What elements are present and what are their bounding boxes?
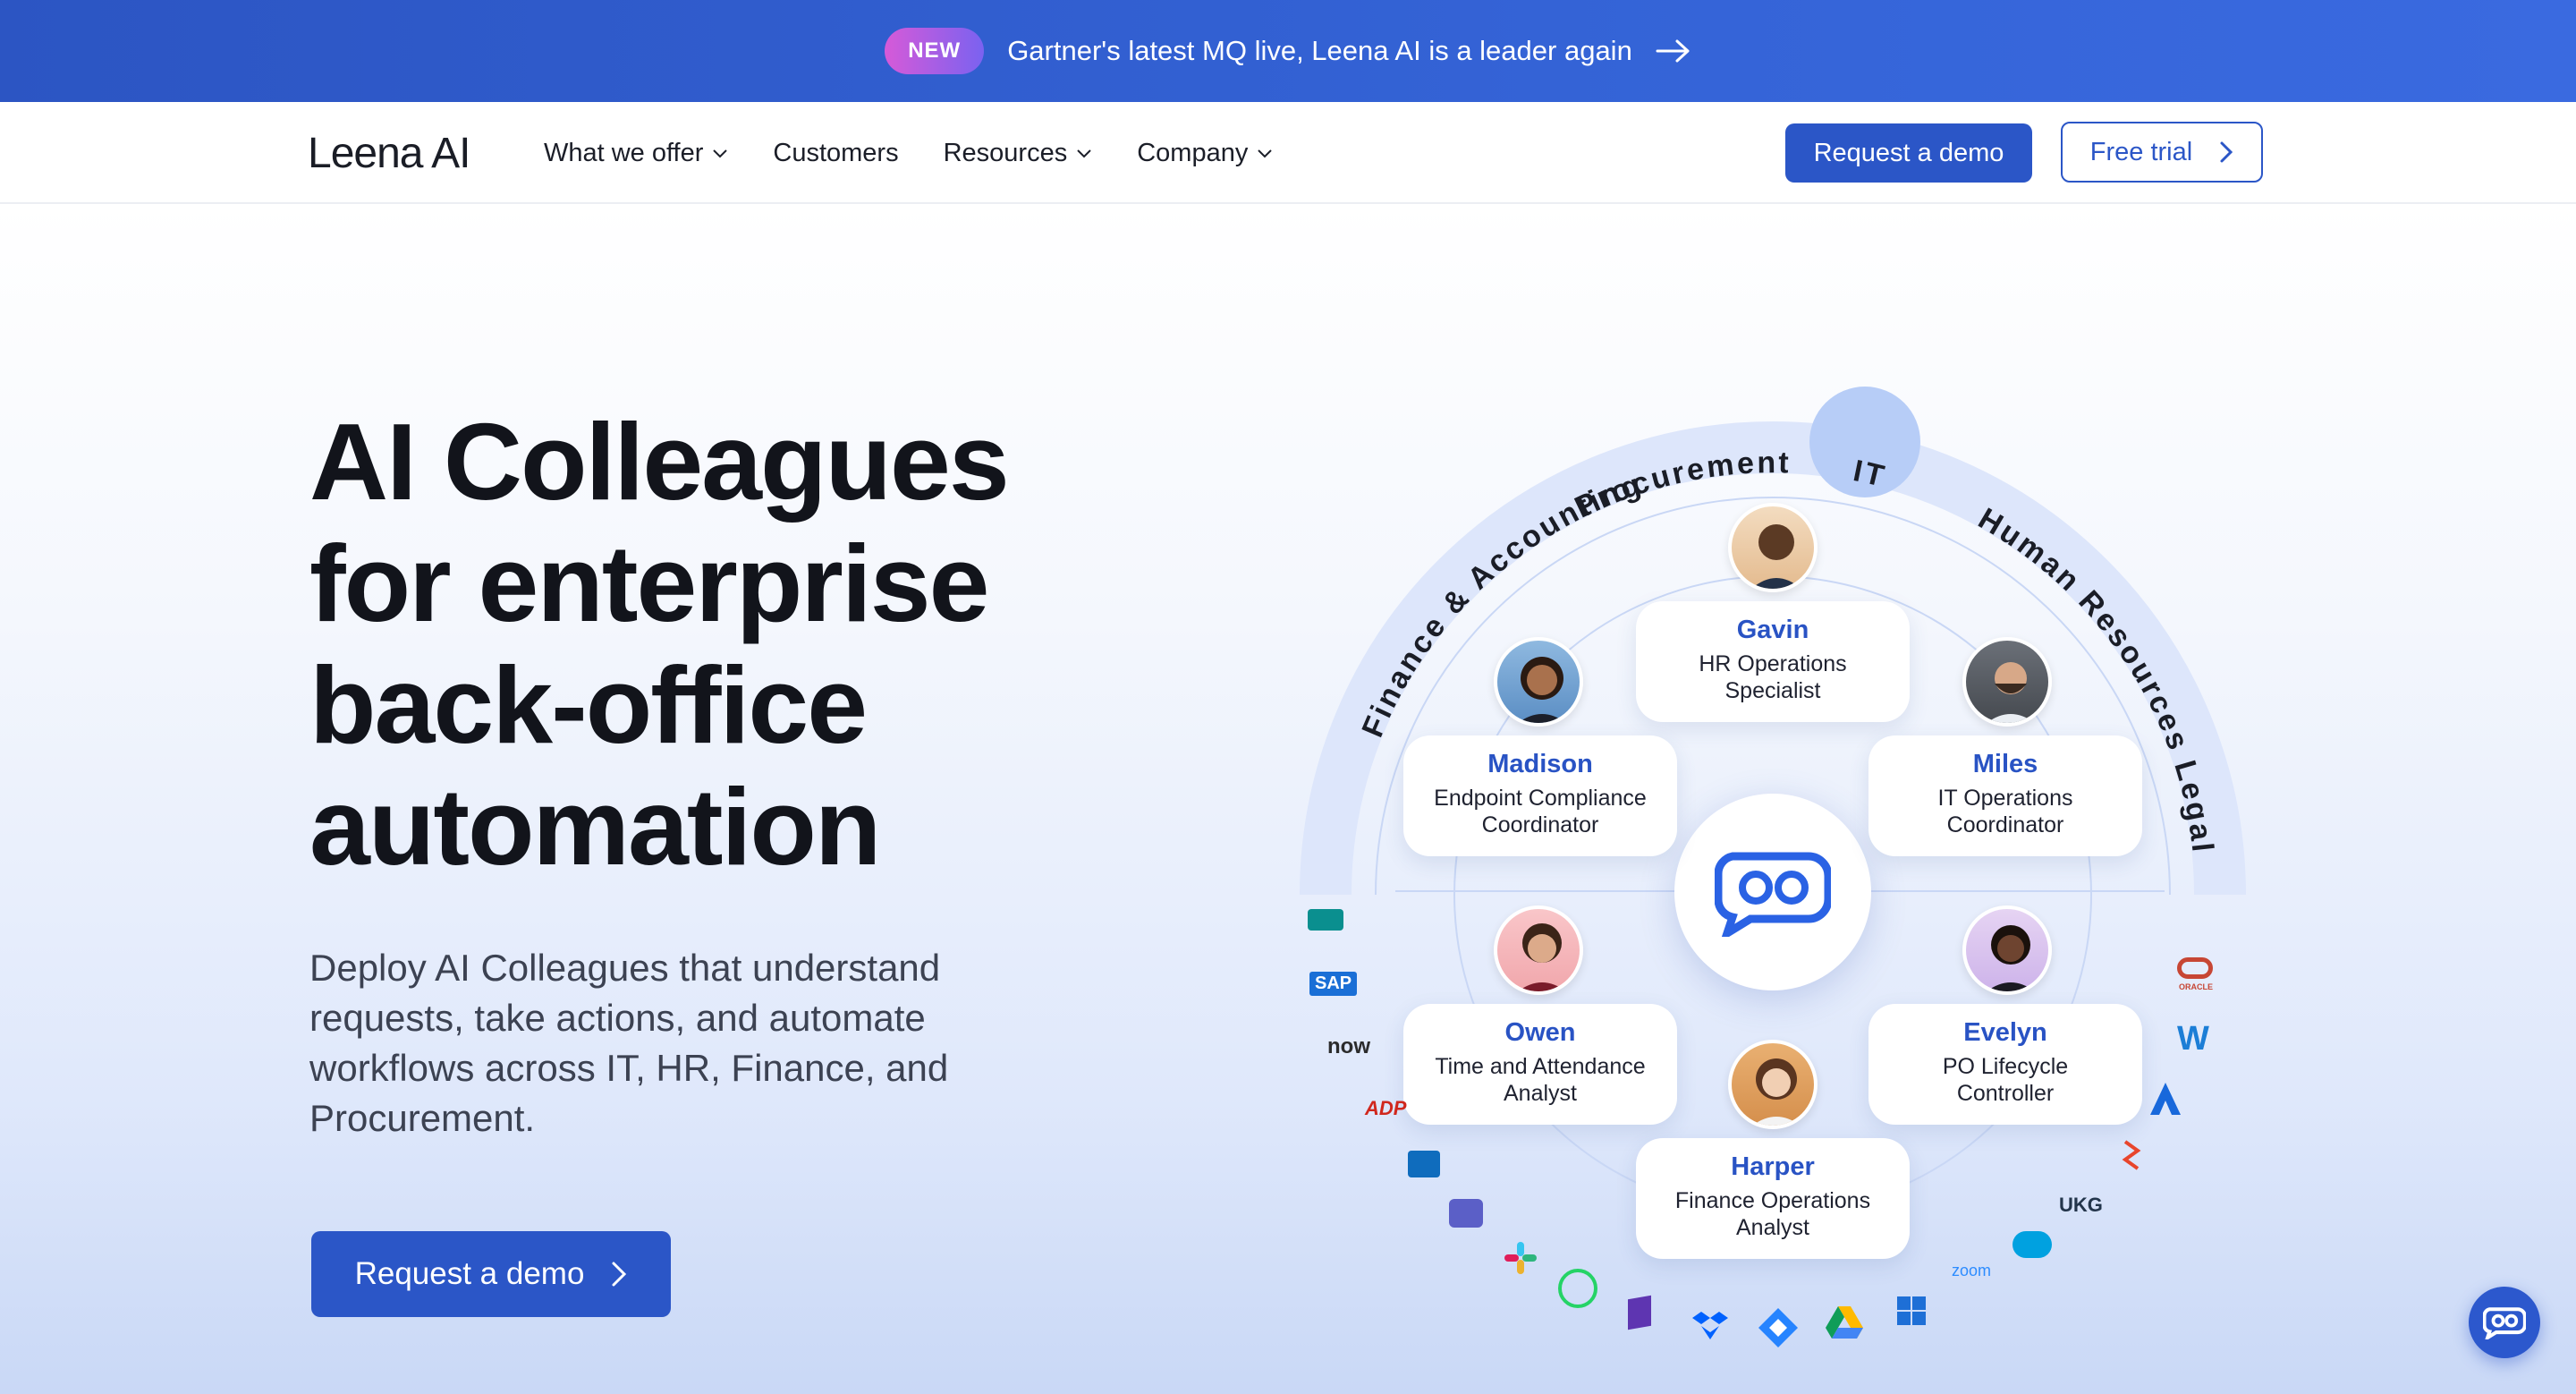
slack-icon	[1503, 1240, 1538, 1276]
zoom-icon: zoom	[1952, 1262, 1992, 1279]
chevron-right-icon	[612, 1262, 627, 1287]
colleague-role: PO Lifecycle	[1942, 1054, 2069, 1079]
hero-request-demo-button[interactable]: Request a demo	[311, 1231, 671, 1317]
subtext-line: Procurement.	[309, 1097, 536, 1139]
colleague-name: Owen	[1504, 1018, 1576, 1047]
new-badge: NEW	[885, 28, 985, 74]
colleague-role: IT Operations	[1937, 786, 2073, 811]
colleague-card-gavin[interactable]: Gavin HR Operations Specialist	[1636, 601, 1910, 722]
request-demo-button[interactable]: Request a demo	[1785, 123, 2032, 183]
oracle-icon	[2177, 957, 2213, 979]
chat-icon	[2483, 1307, 2526, 1339]
sap-icon: SAP	[1309, 972, 1358, 996]
subtext-line: workflows across IT, HR, Finance, and	[309, 1047, 949, 1089]
sharepoint-icon	[1308, 909, 1343, 931]
avatar-madison	[1494, 637, 1583, 727]
colleague-role: Specialist	[1724, 678, 1821, 703]
nav-menu: What we offer Customers Resources Compan…	[544, 102, 1273, 204]
workday-icon: W	[2177, 1020, 2209, 1058]
colleague-role: Analyst	[1736, 1215, 1809, 1240]
headline-line: back-office	[309, 644, 868, 766]
teams-icon	[1449, 1199, 1483, 1228]
colleague-role: Analyst	[1504, 1081, 1577, 1106]
colleague-card-owen[interactable]: Owen Time and Attendance Analyst	[1403, 1004, 1677, 1125]
ai-colleagues-diagram: Finance & Accounting Procurement IT Huma…	[1270, 358, 2308, 1394]
headline-line: automation	[309, 766, 881, 888]
colleague-card-evelyn[interactable]: Evelyn PO Lifecycle Controller	[1868, 1004, 2142, 1125]
leena-ai-logo[interactable]: Leena AI	[308, 123, 487, 186]
chevron-right-icon	[2220, 141, 2233, 163]
colleague-role: HR Operations	[1699, 651, 1847, 676]
nav-item-what-we-offer[interactable]: What we offer	[544, 139, 728, 168]
chevron-down-icon	[1258, 149, 1273, 158]
nav-item-company[interactable]: Company	[1137, 139, 1273, 168]
nav-item-label: Company	[1137, 138, 1249, 167]
leena-logo-icon	[1715, 852, 1831, 937]
announcement-message[interactable]: Gartner's latest MQ live, Leena AI is a …	[1007, 35, 1632, 67]
free-trial-label: Free trial	[2089, 137, 2193, 166]
chevron-down-icon	[713, 149, 728, 158]
bamboo-icon	[2122, 1140, 2141, 1170]
adp-icon: ADP	[1365, 1097, 1407, 1119]
colleague-name: Madison	[1487, 750, 1593, 778]
chevron-down-icon	[1077, 149, 1091, 158]
hero-headline: AI Colleagues for enterprise back-office…	[309, 401, 1114, 888]
colleague-role: Coordinator	[1481, 812, 1599, 837]
colleague-name: Gavin	[1736, 616, 1809, 644]
google-drive-icon	[1825, 1305, 1864, 1340]
whatsapp-icon	[1558, 1269, 1597, 1308]
avatar-evelyn	[1962, 905, 2052, 995]
jira-icon	[1757, 1306, 1800, 1349]
colleague-role: Coordinator	[1946, 812, 2064, 837]
nav-item-label: Customers	[773, 138, 899, 167]
windows-icon	[1896, 1296, 1927, 1326]
announcement-bar[interactable]: NEW Gartner's latest MQ live, Leena AI i…	[0, 0, 2576, 102]
dropbox-icon	[1692, 1310, 1728, 1340]
colleague-card-madison[interactable]: Madison Endpoint Compliance Coordinator	[1403, 735, 1677, 856]
avatar-harper	[1728, 1040, 1818, 1129]
hero-subtext: Deploy AI Colleagues that understand req…	[309, 943, 1025, 1143]
colleague-role: Finance Operations	[1674, 1188, 1871, 1213]
outlook-icon	[1408, 1151, 1440, 1177]
headline-line: for enterprise	[309, 523, 989, 644]
colleague-card-harper[interactable]: Harper Finance Operations Analyst	[1636, 1138, 1910, 1259]
colleague-card-miles[interactable]: Miles IT Operations Coordinator	[1868, 735, 2142, 856]
nav-item-resources[interactable]: Resources	[944, 139, 1093, 168]
atlassian-icon	[2148, 1081, 2182, 1117]
salesforce-icon	[2012, 1231, 2052, 1258]
chat-launcher-button[interactable]	[2469, 1287, 2540, 1358]
colleague-name: Evelyn	[1963, 1018, 2047, 1047]
nav-item-customers[interactable]: Customers	[773, 139, 898, 168]
arrow-right-icon	[1656, 39, 1690, 63]
colleague-name: Miles	[1972, 750, 2038, 778]
oracle-label: ORACLE	[2179, 982, 2213, 991]
nav-item-label: Resources	[943, 138, 1068, 167]
servicenow-icon: now	[1327, 1034, 1370, 1058]
avatar-gavin	[1728, 503, 1818, 592]
colleague-name: Harper	[1731, 1152, 1815, 1181]
ukg-icon: UKG	[2059, 1194, 2103, 1216]
leena-center-logo	[1674, 794, 1871, 990]
nav-item-label: What we offer	[544, 138, 704, 167]
subtext-line: Deploy AI Colleagues that understand	[309, 947, 941, 989]
colleague-role: Time and Attendance	[1435, 1054, 1646, 1079]
avatar-miles	[1962, 637, 2052, 727]
free-trial-button[interactable]: Free trial	[2061, 122, 2263, 183]
logo-text: Leena AI	[308, 130, 471, 177]
colleague-role: Controller	[1956, 1081, 2055, 1106]
avatar-owen	[1494, 905, 1583, 995]
hero-cta-label: Request a demo	[354, 1256, 585, 1291]
subtext-line: requests, take actions, and automate	[309, 997, 926, 1039]
headline-line: AI Colleagues	[309, 401, 1010, 523]
dynamics-icon	[1628, 1295, 1651, 1330]
top-nav: Leena AI What we offer Customers Resourc…	[0, 102, 2576, 204]
colleague-role: Endpoint Compliance	[1434, 786, 1647, 811]
